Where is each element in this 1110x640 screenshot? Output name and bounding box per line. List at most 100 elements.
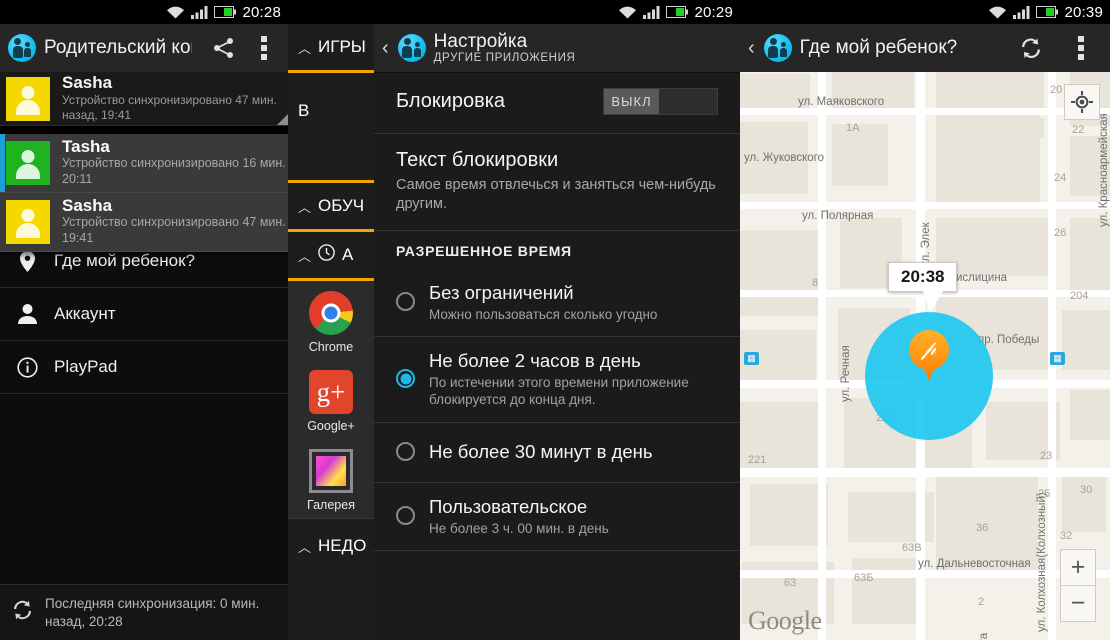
zoom-controls[interactable]: + − [1060,549,1096,622]
street-label: ул. Красноармейская [1098,113,1110,227]
sidebar-item-playpad[interactable]: PlayPad [0,341,288,394]
action-bar-middle: ‹ Настройка ДРУГИЕ ПРИЛОЖЕНИЯ [374,24,740,72]
street-label: ул. Речная [840,345,852,402]
google-attribution: Google [748,606,822,635]
page-title: Родительский контр… [44,37,192,58]
bg-section-apps[interactable]: ︿ А [288,232,374,281]
parental-control-icon[interactable] [8,34,36,62]
house-number: 63Б [854,572,874,584]
my-location-button[interactable] [1064,84,1100,120]
option-custom[interactable]: Пользовательское Не более 3 ч. 00 мин. в… [374,483,740,551]
chevron-up-icon: ︿ [298,539,312,555]
house-number: 36 [976,522,989,534]
chevron-up-icon: ︿ [298,199,312,215]
overflow-menu-icon [261,36,268,60]
map-view[interactable]: ул. Маяковского ул. Жуковского ул. Поляр… [740,72,1110,640]
location-time-callout: 20:38 [888,262,958,313]
bg-section-education[interactable]: ︿ ОБУЧ [288,183,374,232]
overflow-menu-button[interactable] [1060,24,1102,72]
left-phone-screen: 20:28 Родительский контр… Sasha Устройст… [0,0,288,640]
street-label: ислицина [956,272,1008,284]
battery-icon [666,6,689,18]
person-icon [14,304,40,324]
house-number: 25 [1038,488,1051,500]
overflow-menu-button[interactable] [248,24,280,72]
current-user-row[interactable]: Sasha Устройство синхронизировано 47 мин… [0,72,288,126]
clock-icon [318,244,335,266]
house-number: 63B [902,542,922,554]
settings-list: Блокировка ВЫКЛ Текст блокировки Самое в… [374,72,740,640]
status-bar-time: 20:29 [694,3,733,21]
bg-section-unavailable[interactable]: ︿ НЕДО [288,518,374,572]
street-label: ул. Полярная [802,210,874,222]
page-title: Настройка [433,30,528,52]
option-subtitle: По истечении этого времени приложение бл… [429,375,689,408]
app-tile-gallery[interactable]: Галерея [288,439,374,518]
zoom-out-button[interactable]: − [1061,586,1095,621]
share-icon [214,38,234,58]
lock-text-title: Текст блокировки [396,149,559,171]
bg-section-games[interactable]: ︿ ИГРЫ [288,24,374,73]
option-title: Не более 30 минут в день [429,440,653,462]
bg-section-label: ОБУЧ [318,196,365,215]
status-bar-middle: 20:29 [374,0,740,24]
share-button[interactable] [208,24,240,72]
option-no-limits[interactable]: Без ограничений Можно пользоваться сколь… [374,269,740,337]
back-chevron-icon[interactable]: ‹ [748,38,755,58]
info-icon [14,356,40,378]
app-tile-google-plus[interactable]: g+ Google+ [288,360,374,439]
lock-toggle-row[interactable]: Блокировка ВЫКЛ [374,72,740,134]
bus-stop-icon: ▦ [1050,352,1065,365]
sync-status-bar[interactable]: Последняя синхронизация: 0 мин. назад, 2… [0,584,288,640]
radio-button[interactable] [396,506,415,526]
lock-text-value: Самое время отвлечься и заняться чем-ниб… [396,177,716,212]
bg-section-label: В [298,101,310,120]
action-bar-left: Родительский контр… [0,24,288,72]
house-number: 63 [784,577,797,589]
option-two-hours[interactable]: Не более 2 часов в день По истечении это… [374,337,740,423]
list-item-status: Устройство синхронизировано 16 мин. наза… [62,156,288,186]
toggle-state-label: ВЫКЛ [604,89,659,114]
status-bar-time: 20:39 [1064,3,1103,21]
refresh-button[interactable] [1010,24,1052,72]
sync-icon [10,598,35,627]
radio-button-selected[interactable] [396,369,415,389]
section-header-allowed-time: РАЗРЕШЕННОЕ ВРЕМЯ [396,242,572,259]
bg-section-label: А [342,245,354,264]
google-plus-icon: g+ [309,370,353,414]
wifi-icon [989,6,1007,19]
action-bar-right: ‹ Где мой ребенок? [740,24,1110,72]
radio-button[interactable] [396,442,415,462]
drawer-empty-space [0,394,288,584]
house-number: 2 [978,596,985,608]
bg-section-2[interactable]: В [288,73,374,183]
page-title: Где мой ребенок? [799,37,958,58]
street-label: пр. Победы [978,334,1040,346]
option-title: Без ограничений [429,281,574,303]
option-thirty-minutes[interactable]: Не более 30 минут в день [374,423,740,483]
zoom-in-button[interactable]: + [1061,550,1095,585]
user-dropdown[interactable]: Tasha Устройство синхронизировано 16 мин… [0,134,288,252]
right-phone-screen: 20:39 ‹ Где мой ребенок? ул. Маяковского… [740,0,1110,640]
page-subtitle: ДРУГИЕ ПРИЛОЖЕНИЯ [433,52,576,65]
house-number: 32 [1060,530,1073,542]
location-pin-icon[interactable]: 𝓅 [909,330,949,382]
app-tile-chrome[interactable]: Chrome [288,281,374,360]
list-item[interactable]: Sasha Устройство синхронизировано 47 мин… [0,193,288,252]
back-chevron-icon[interactable]: ‹ [382,38,389,58]
crosshair-icon [1071,91,1093,113]
house-number: 20 [1050,84,1063,96]
sidebar-item-account[interactable]: Аккаунт [0,288,288,341]
radio-button[interactable] [396,292,415,312]
list-item[interactable]: Tasha Устройство синхронизировано 16 мин… [0,134,288,193]
middle-phone-screen: 20:29 ‹ Настройка ДРУГИЕ ПРИЛОЖЕНИЯ Блок… [374,0,740,640]
bg-section-label: НЕДО [318,536,367,555]
lock-text-row[interactable]: Текст блокировки Самое время отвлечься и… [374,134,740,231]
status-bar-right: 20:39 [740,0,1110,24]
house-number: 30 [1080,484,1093,496]
list-item-name: Sasha [62,197,113,216]
map-pin-icon [14,250,40,272]
lock-toggle-switch[interactable]: ВЫКЛ [603,88,718,115]
avatar [6,200,50,244]
gallery-icon [309,449,353,493]
